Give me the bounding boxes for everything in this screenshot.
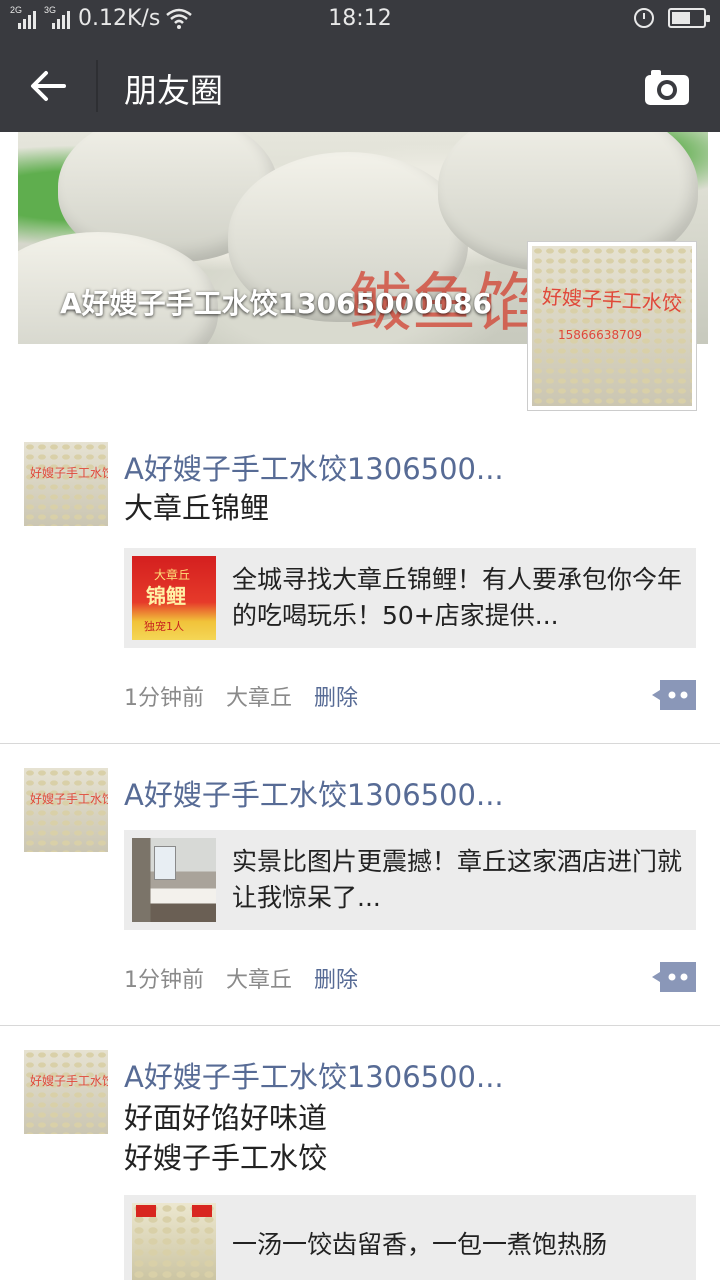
link-card[interactable]: 一汤一饺齿留香，一包一煮饱热肠 <box>124 1195 696 1280</box>
more-actions-button[interactable] <box>652 962 696 992</box>
profile-avatar[interactable]: 好嫂子手工水饺 15866638709 <box>528 242 696 410</box>
comment-icon <box>652 962 696 992</box>
link-card[interactable]: 实景比图片更震撼！章丘这家酒店进门就让我惊呆了... <box>124 830 696 930</box>
post-time: 1分钟前 <box>124 968 204 993</box>
link-thumbnail <box>132 1203 216 1280</box>
clock: 18:12 <box>328 6 392 31</box>
avatar-overlay-text: 好嫂子手工水饺 <box>30 792 108 806</box>
title-divider <box>96 60 98 112</box>
post-meta: 1分钟前 大章丘 删除 <box>124 680 358 712</box>
post-avatar[interactable]: 好嫂子手工水饺 <box>24 1050 108 1134</box>
post-location[interactable]: 大章丘 <box>226 680 292 712</box>
post-text-line: 好面好馅好味道 <box>124 1101 328 1135</box>
link-title: 一汤一饺齿留香，一包一煮饱热肠 <box>232 1230 608 1259</box>
avatar-image <box>532 246 692 406</box>
cover-name: A好嫂子手工水饺13065000086 <box>60 287 492 320</box>
avatar-overlay-text: 好嫂子手工水饺 <box>30 466 108 480</box>
link-card[interactable]: 大章丘 锦鲤 独宠1人 全城寻找大章丘锦鲤！有人要承包你今年的吃喝玩乐！50+店… <box>124 548 696 648</box>
post-location[interactable]: 大章丘 <box>226 962 292 994</box>
battery-level <box>672 12 690 24</box>
post-divider <box>0 743 720 744</box>
post-text: 大章丘锦鲤 <box>124 491 270 525</box>
post-avatar[interactable]: 好嫂子手工水饺 <box>24 768 108 852</box>
post-author[interactable]: A好嫂子手工水饺1306500... <box>124 1054 504 1096</box>
arrow-left-icon <box>31 71 66 101</box>
camera-button[interactable] <box>642 62 692 112</box>
post-divider <box>0 1025 720 1026</box>
link-thumbnail <box>132 838 216 922</box>
battery-icon <box>668 8 710 28</box>
post-author[interactable]: A好嫂子手工水饺1306500... <box>124 772 504 814</box>
post-author[interactable]: A好嫂子手工水饺1306500... <box>124 446 504 488</box>
link-thumbnail: 大章丘 锦鲤 独宠1人 <box>132 556 216 640</box>
link-title: 全城寻找大章丘锦鲤！有人要承包你今年的吃喝玩乐！50+店家提供... <box>232 565 683 630</box>
post-avatar[interactable]: 好嫂子手工水饺 <box>24 442 108 526</box>
thumbnail-text: 锦鲤 <box>146 584 186 608</box>
title-bar: 朋友圈 <box>0 40 720 132</box>
comment-icon <box>652 680 696 710</box>
avatar-overlay-phone: 15866638709 <box>558 328 642 342</box>
avatar-overlay-text: 好嫂子手工水饺 <box>30 1074 108 1088</box>
status-bar: 2G 3G 0.12K/s 18:12 <box>0 0 720 40</box>
camera-icon <box>645 70 689 105</box>
link-title: 实景比图片更震撼！章丘这家酒店进门就让我惊呆了... <box>232 847 683 912</box>
post-text-line: 好嫂子手工水饺 <box>124 1141 328 1175</box>
page-title: 朋友圈 <box>124 71 223 110</box>
back-button[interactable] <box>22 60 74 112</box>
post-meta: 1分钟前 大章丘 删除 <box>124 962 358 994</box>
post-time: 1分钟前 <box>124 686 204 711</box>
thumbnail-text: 独宠1人 <box>144 620 184 633</box>
alarm-icon <box>634 8 654 28</box>
delete-link[interactable]: 删除 <box>314 962 358 994</box>
more-actions-button[interactable] <box>652 680 696 710</box>
delete-link[interactable]: 删除 <box>314 680 358 712</box>
